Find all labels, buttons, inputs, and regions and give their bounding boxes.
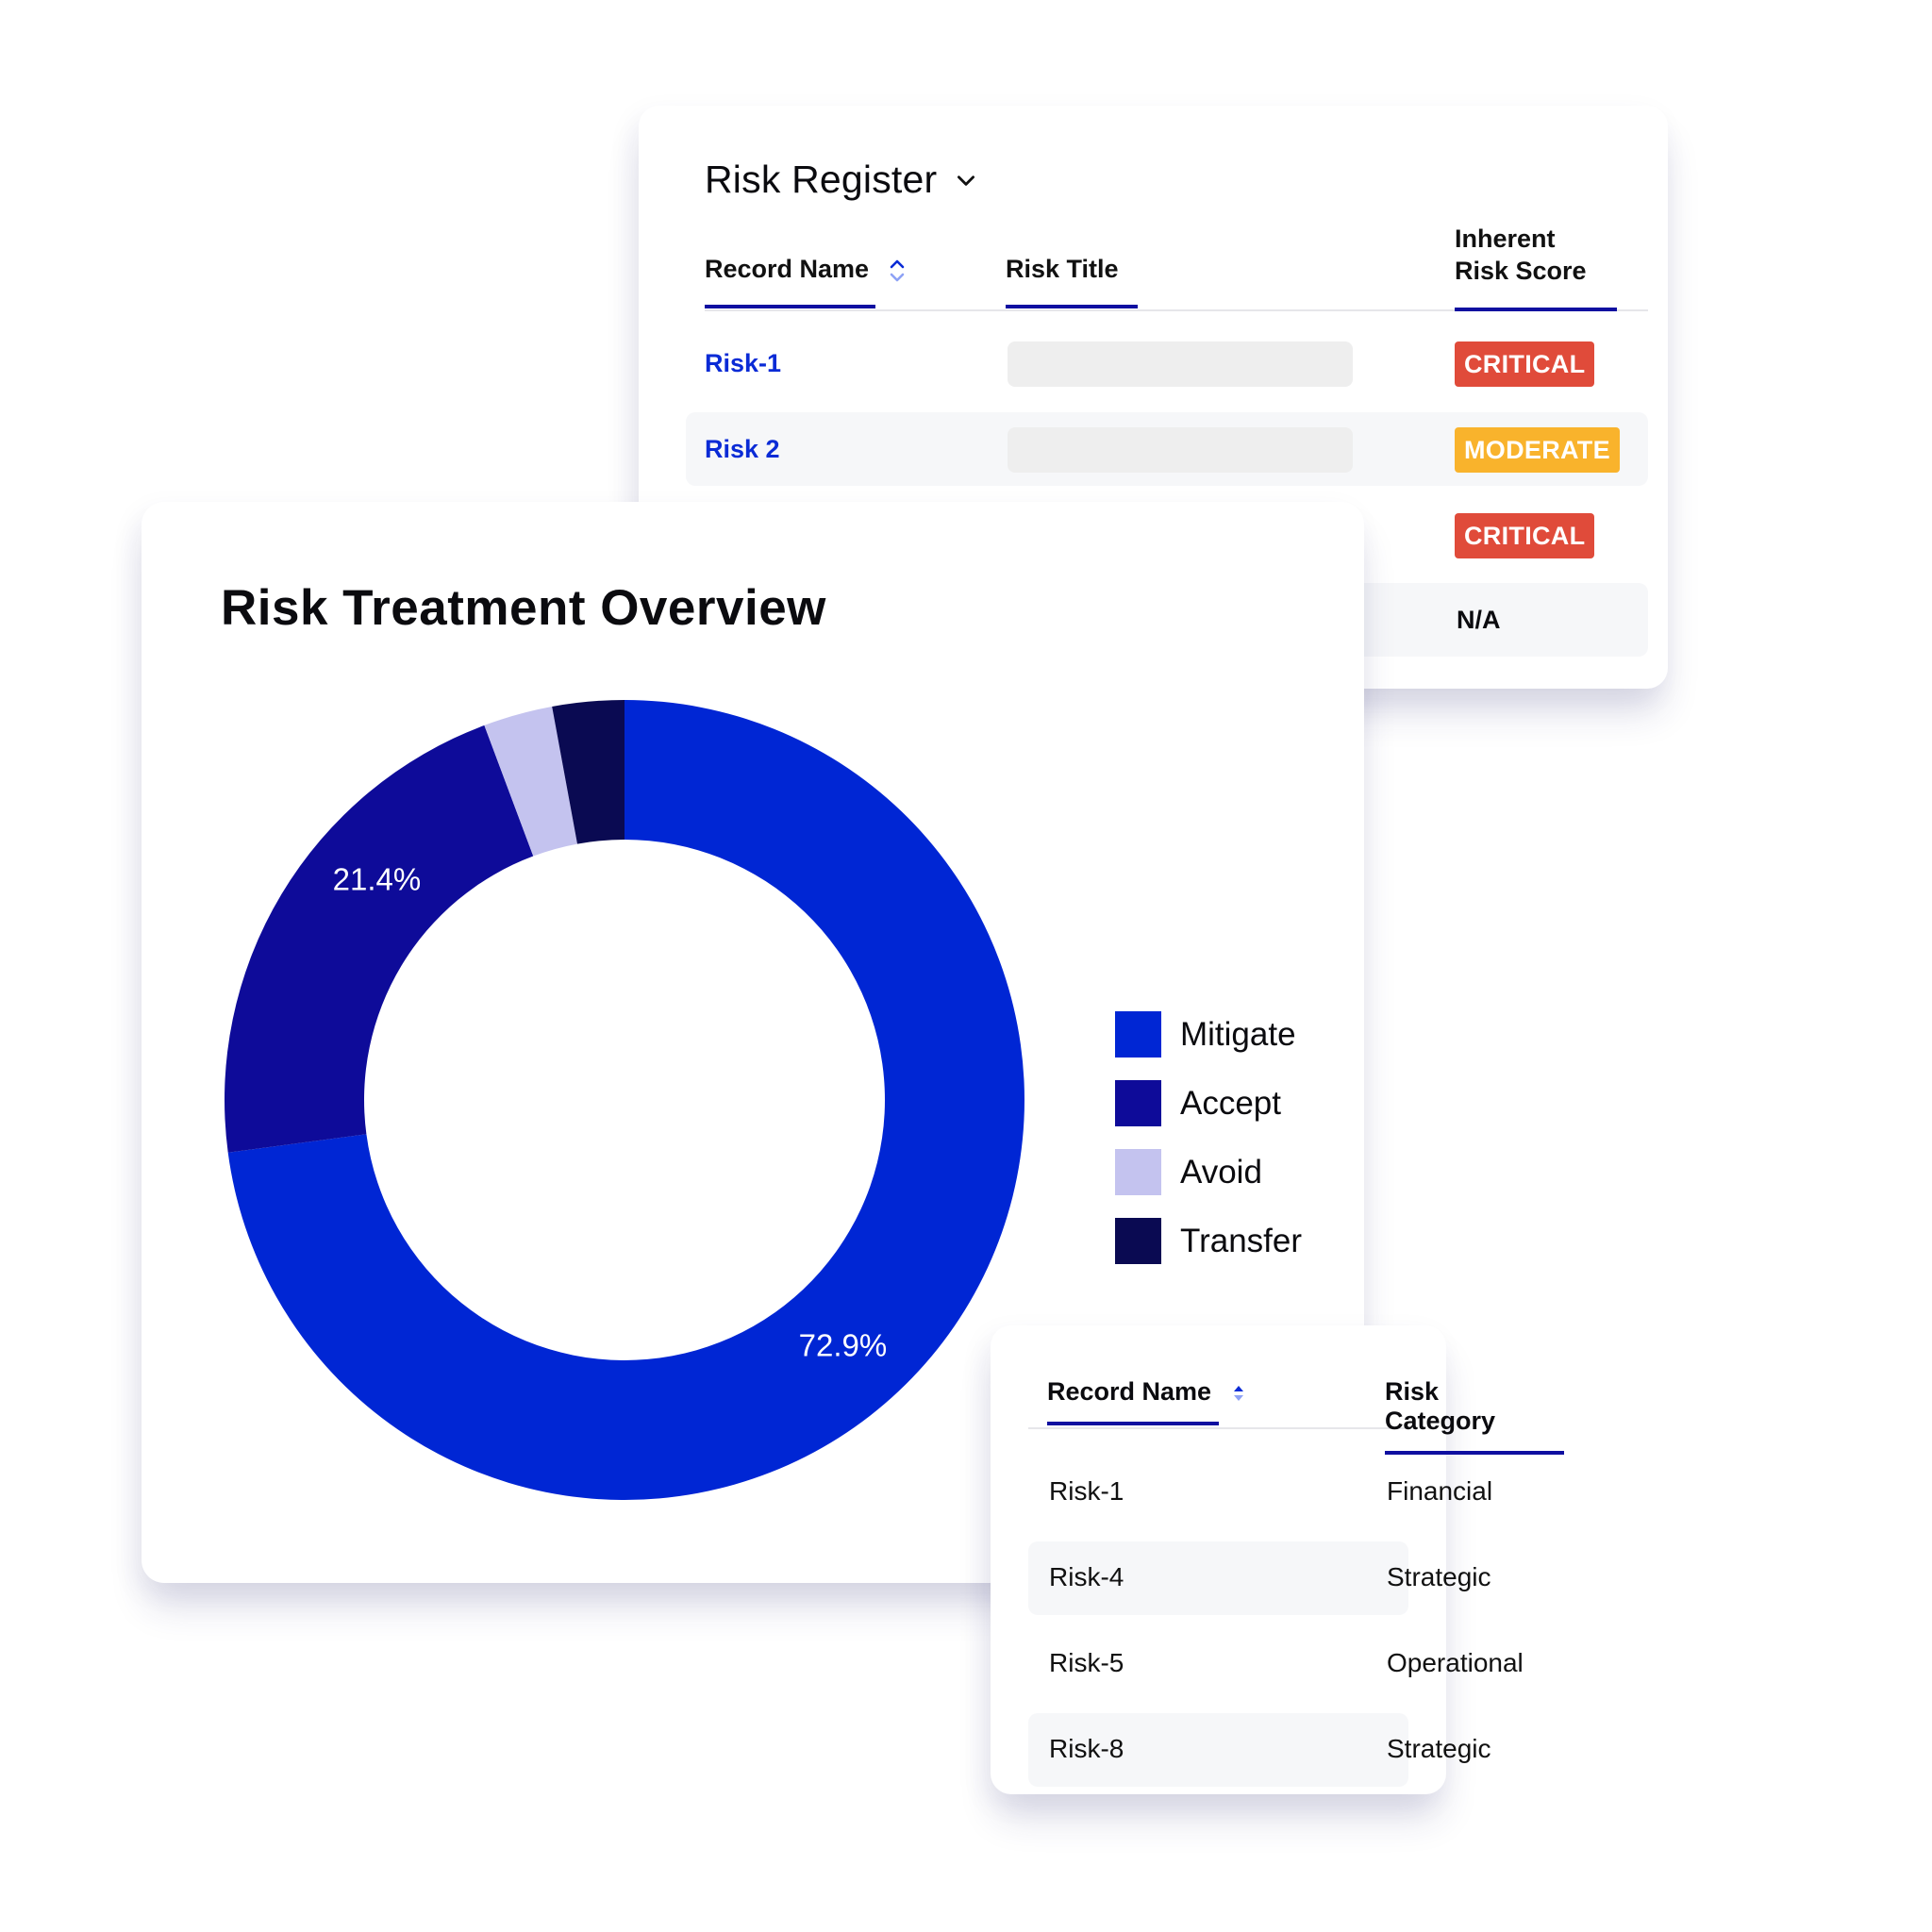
column-label: Record Name xyxy=(1047,1377,1212,1406)
risk-score-na: N/A xyxy=(1457,606,1501,634)
risk-score-badge: MODERATE xyxy=(1455,427,1620,473)
column-header-risk-title[interactable]: Risk Title xyxy=(1006,255,1138,308)
column-label-line1: Inherent xyxy=(1455,225,1556,253)
risk-score-badge: CRITICAL xyxy=(1455,513,1595,558)
risk-category-cell: Financial xyxy=(1387,1476,1493,1506)
risk-score-badge: CRITICAL xyxy=(1455,341,1595,387)
record-name-cell[interactable]: Risk-4 xyxy=(1049,1562,1124,1592)
legend-swatch xyxy=(1115,1149,1161,1195)
header-divider xyxy=(1028,1427,1406,1429)
legend-item-avoid[interactable]: Avoid xyxy=(1115,1149,1262,1195)
legend-label: Mitigate xyxy=(1180,1015,1296,1053)
legend-label: Avoid xyxy=(1180,1153,1262,1191)
sort-icon[interactable] xyxy=(1232,1383,1245,1404)
column-underline xyxy=(1385,1451,1564,1455)
record-name-cell[interactable]: Risk-8 xyxy=(1049,1734,1124,1764)
record-link[interactable]: Risk 2 xyxy=(705,435,780,464)
column-header-record-name[interactable]: Record Name xyxy=(1047,1377,1245,1425)
column-underline xyxy=(1047,1422,1219,1425)
column-label: Record Name xyxy=(705,255,870,283)
legend-swatch xyxy=(1115,1011,1161,1058)
risk-category-cell: Strategic xyxy=(1387,1734,1491,1763)
column-underline xyxy=(1006,305,1138,308)
legend-item-mitigate[interactable]: Mitigate xyxy=(1115,1011,1296,1058)
column-label-line2: Risk Score xyxy=(1455,257,1587,285)
data-label-accept: 21.4% xyxy=(333,861,422,896)
legend-label: Transfer xyxy=(1180,1222,1303,1259)
donut-slice-accept[interactable] xyxy=(225,724,534,1153)
legend-label: Accept xyxy=(1180,1084,1281,1122)
sort-icon[interactable] xyxy=(890,258,905,283)
risk-category-card: Record Name Risk Category Risk-1 Financia… xyxy=(991,1325,1564,1794)
risk-register-title: Risk Register xyxy=(705,158,938,201)
risk-title-placeholder xyxy=(1008,341,1353,387)
risk-register-title-dropdown[interactable]: Risk Register xyxy=(705,158,978,202)
column-header-inherent-risk-score[interactable]: Inherent Risk Score xyxy=(1455,223,1617,311)
legend-item-transfer[interactable]: Transfer xyxy=(1115,1218,1302,1264)
legend-swatch xyxy=(1115,1080,1161,1126)
record-name-cell[interactable]: Risk-1 xyxy=(1049,1476,1124,1507)
column-label: Risk Title xyxy=(1006,255,1119,283)
data-label-mitigate: 72.9% xyxy=(799,1327,888,1362)
column-header-record-name[interactable]: Record Name xyxy=(705,255,905,308)
chevron-down-icon xyxy=(958,175,975,186)
column-label: Risk Category xyxy=(1385,1377,1496,1435)
record-name-cell[interactable]: Risk-5 xyxy=(1049,1648,1124,1678)
risk-title-placeholder xyxy=(1008,427,1353,473)
risk-category-cell: Strategic xyxy=(1387,1562,1491,1591)
record-link[interactable]: Risk-1 xyxy=(705,349,781,378)
legend-item-accept[interactable]: Accept xyxy=(1115,1080,1281,1126)
risk-category-cell: Operational xyxy=(1387,1648,1524,1677)
column-header-risk-category[interactable]: Risk Category xyxy=(1385,1377,1564,1455)
column-underline xyxy=(1455,308,1617,311)
column-underline xyxy=(705,305,875,308)
legend-swatch xyxy=(1115,1218,1161,1264)
